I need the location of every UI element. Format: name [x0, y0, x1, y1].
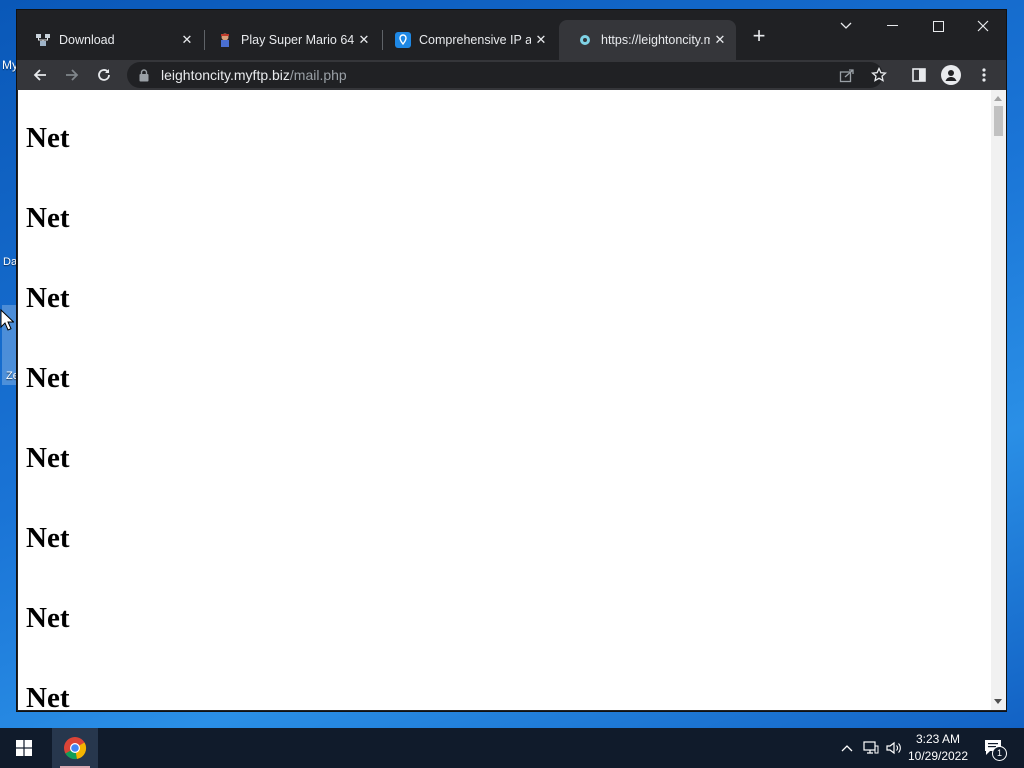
notification-center-icon[interactable]: 1: [982, 728, 1007, 768]
page-heading: Net: [26, 122, 70, 154]
clock-time: 3:23 AM: [915, 732, 961, 746]
tab-title: Play Super Mario 64 C: [241, 33, 354, 47]
taskbar-clock[interactable]: 3:23 AM 10/29/2022: [902, 731, 974, 765]
windows-logo-icon: [16, 740, 32, 756]
close-tab-icon[interactable]: ✕: [354, 30, 374, 50]
tab-super-mario[interactable]: Play Super Mario 64 C ✕: [199, 20, 380, 60]
url-text[interactable]: leightoncity.myftp.biz/mail.php: [161, 67, 347, 83]
page-heading: Net: [26, 522, 70, 554]
minimize-icon[interactable]: [869, 10, 915, 42]
bookmark-star-icon[interactable]: [869, 65, 889, 85]
close-tab-icon[interactable]: ✕: [710, 30, 730, 50]
page-heading: Net: [26, 202, 70, 234]
tab-title: Comprehensive IP ad: [419, 33, 531, 47]
tab-title: Download: [59, 33, 115, 47]
share-icon[interactable]: [837, 65, 857, 85]
windows-start-button[interactable]: [0, 728, 48, 768]
forward-button[interactable]: [58, 61, 86, 89]
tab-title: https://leightoncity.m: [601, 33, 710, 47]
vertical-scrollbar[interactable]: [991, 90, 1006, 710]
new-tab-button[interactable]: +: [747, 25, 771, 49]
close-tab-icon[interactable]: ✕: [177, 30, 197, 50]
close-tab-icon[interactable]: ✕: [531, 30, 551, 50]
page-heading: Net: [26, 362, 70, 394]
browser-toolbar: leightoncity.myftp.biz/mail.php: [17, 60, 1006, 90]
desktop-icon-label[interactable]: Da: [3, 256, 17, 268]
show-hidden-icons-icon[interactable]: [838, 728, 856, 768]
page-heading: Net: [26, 682, 70, 710]
url-path: /mail.php: [289, 67, 347, 83]
volume-icon[interactable]: [884, 728, 904, 768]
network-favicon-icon: [35, 32, 51, 48]
network-icon[interactable]: [860, 728, 882, 768]
tab-download[interactable]: Download ✕: [17, 20, 203, 60]
tab-search-icon[interactable]: [823, 10, 869, 42]
maximize-icon[interactable]: [915, 10, 961, 42]
clock-date: 10/29/2022: [907, 749, 969, 763]
page-heading: Net: [26, 282, 70, 314]
back-button[interactable]: [26, 61, 54, 89]
side-panel-icon[interactable]: [909, 65, 929, 85]
lock-icon[interactable]: [139, 68, 151, 82]
page-heading: Net: [26, 442, 70, 474]
reload-button[interactable]: [90, 61, 118, 89]
tab-ip-address[interactable]: Comprehensive IP ad ✕: [377, 20, 557, 60]
tab-strip: Download ✕ Play Super Mario 64 C ✕ Compr…: [17, 10, 1006, 60]
page-viewport: Net Net Net Net Net Net Net Net: [18, 90, 991, 710]
taskbar: 3:23 AM 10/29/2022 1: [0, 728, 1024, 768]
page-heading: Net: [26, 602, 70, 634]
mouse-cursor-icon: [0, 309, 14, 331]
globe-favicon-icon: [577, 32, 593, 48]
taskbar-chrome-button[interactable]: [52, 728, 98, 768]
desktop-icon-label[interactable]: My: [2, 58, 18, 72]
mario-favicon-icon: [217, 32, 233, 48]
scroll-down-arrow-icon[interactable]: [994, 699, 1002, 704]
url-host: leightoncity.myftp.biz: [161, 67, 290, 83]
scrollbar-thumb[interactable]: [994, 106, 1003, 136]
ip-favicon-icon: [395, 32, 411, 48]
tab-leightoncity[interactable]: https://leightoncity.m ✕: [559, 20, 736, 60]
address-bar[interactable]: leightoncity.myftp.biz/mail.php: [127, 62, 883, 88]
scroll-up-arrow-icon[interactable]: [994, 96, 1002, 101]
notification-count-badge: 1: [992, 746, 1007, 761]
menu-kebab-icon[interactable]: [974, 65, 994, 85]
chrome-icon: [64, 737, 87, 760]
close-window-icon[interactable]: [960, 10, 1006, 42]
browser-window: Download ✕ Play Super Mario 64 C ✕ Compr…: [17, 10, 1006, 711]
profile-avatar-icon[interactable]: [941, 65, 961, 85]
